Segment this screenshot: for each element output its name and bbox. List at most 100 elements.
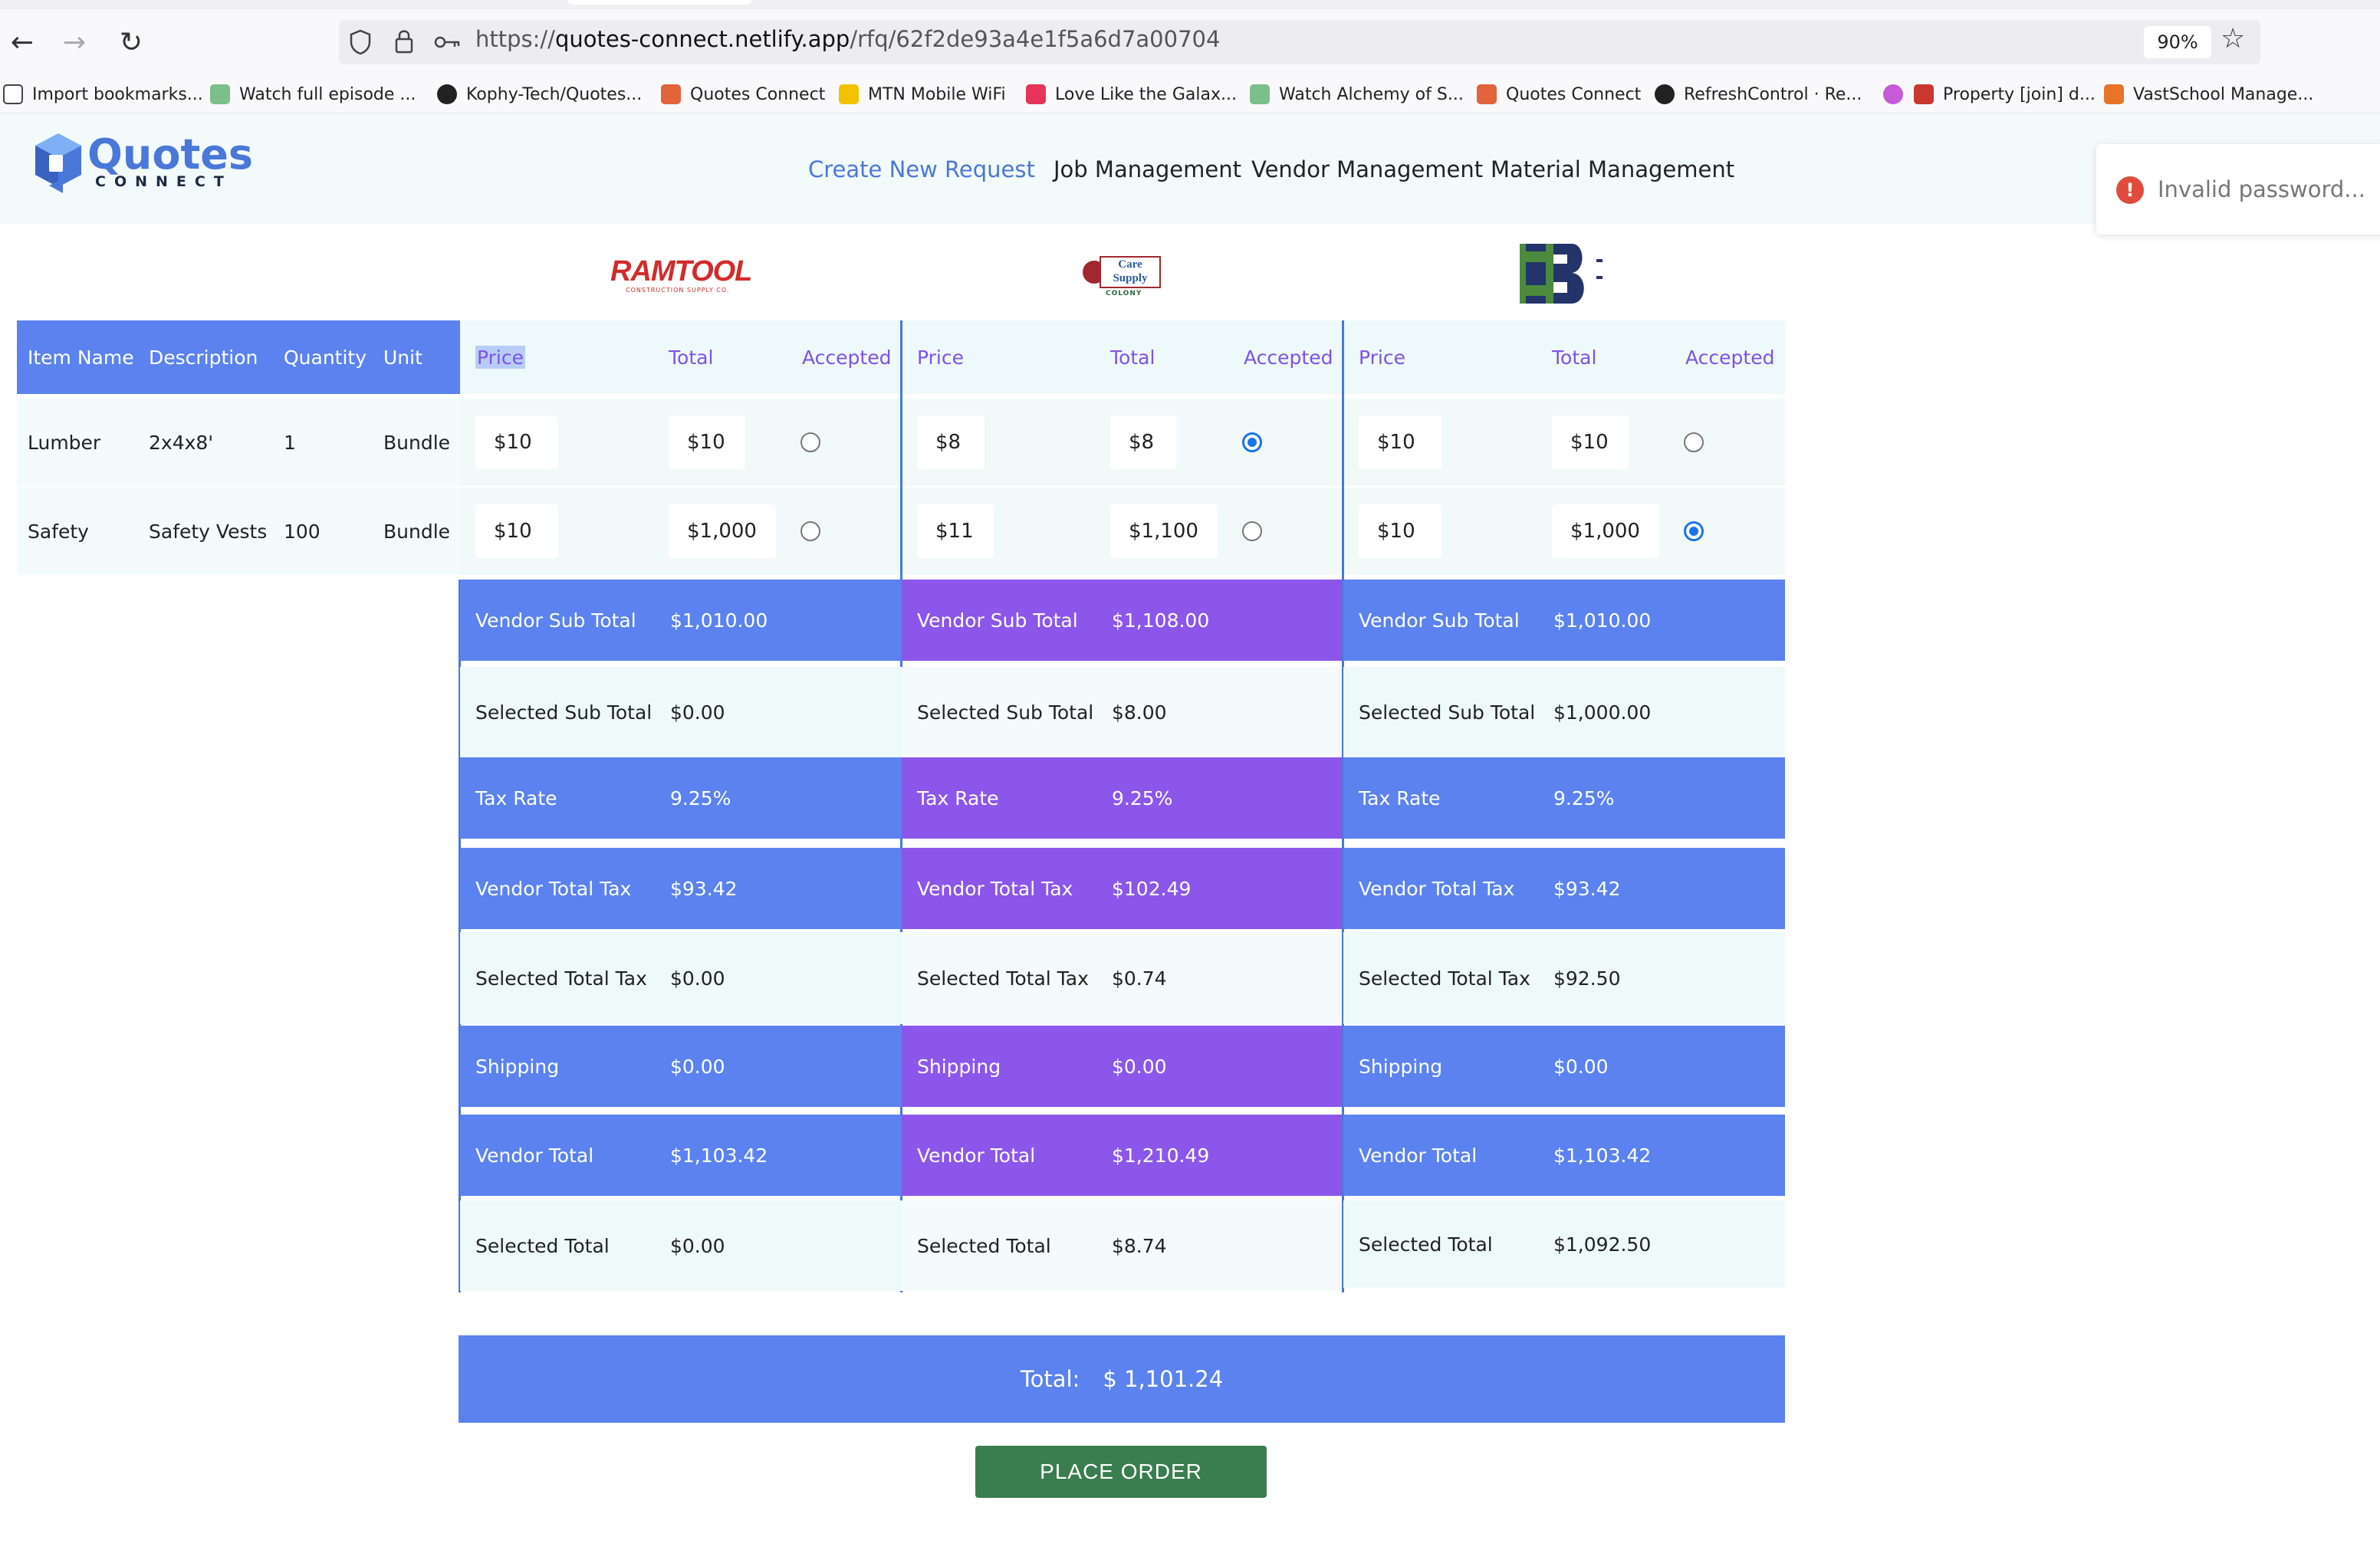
bookmark-star-icon[interactable]: ☆ <box>2221 23 2245 54</box>
bookmark-item[interactable]: Property [join] d... <box>1914 81 2096 107</box>
summary-label: Vendor Sub Total <box>1359 609 1520 632</box>
vastschool-favicon-icon <box>2104 84 2124 104</box>
summary-label: Vendor Total <box>475 1144 594 1167</box>
vendor-1-selected-total-tax: Selected Total Tax $0.00 <box>460 932 903 1024</box>
header-price: Price <box>1359 346 1405 369</box>
vendor-3-row: $10 $10 <box>1343 399 1785 486</box>
nav-job-management[interactable]: Job Management <box>1054 156 1241 182</box>
nav-vendor-management[interactable]: Vendor Management <box>1251 156 1483 182</box>
vendor-2-shipping: Shipping $0.00 <box>902 1026 1342 1107</box>
summary-label: Selected Sub Total <box>1359 701 1536 724</box>
cell-unit: Bundle <box>383 520 451 543</box>
vendor-3-tax-rate: Tax Rate 9.25% <box>1343 757 1785 839</box>
summary-label: Vendor Sub Total <box>917 609 1078 632</box>
react-favicon-icon <box>1655 84 1675 104</box>
total-field: $10 <box>669 415 745 469</box>
reload-icon[interactable]: ↻ <box>112 23 150 61</box>
bookmark-item[interactable]: Quotes Connect <box>661 81 825 107</box>
nav-create-new-request[interactable]: Create New Request <box>808 156 1035 182</box>
bookmark-item[interactable]: VastSchool Manage... <box>2104 81 2313 107</box>
forward-icon[interactable]: → <box>55 23 94 61</box>
summary-value: $0.00 <box>670 1234 725 1257</box>
vendor-1-row: $10 $1,000 <box>460 488 902 575</box>
logo-text[interactable]: Quotes <box>87 130 253 179</box>
url-text[interactable]: https://quotes-connect.netlify.app/rfq/6… <box>475 26 1220 52</box>
vendor-2-total-tax: Vendor Total Tax $102.49 <box>902 848 1342 929</box>
price-input[interactable]: $10 <box>1359 415 1441 469</box>
bookmark-item[interactable]: Watch full episode ... <box>210 81 416 107</box>
vendor-logo-subtext: CONSTRUCTION SUPPLY CO. <box>626 287 730 294</box>
mtn-favicon-icon <box>839 84 859 104</box>
summary-value: $0.00 <box>1112 1055 1167 1078</box>
summary-value: $1,108.00 <box>1112 609 1210 632</box>
logo-icon[interactable] <box>34 132 83 195</box>
price-input[interactable]: $11 <box>917 504 994 558</box>
key-icon[interactable] <box>434 34 462 51</box>
table-row: Lumber 2x4x8' 1 Bundle <box>17 399 460 486</box>
vendor-1-selected-sub-total: Selected Sub Total $0.00 <box>460 667 903 757</box>
summary-label: Selected Total Tax <box>475 967 647 990</box>
vendor-2-row: $11 $1,100 <box>902 488 1343 575</box>
summary-label: Vendor Total Tax <box>475 877 632 900</box>
summary-value: $92.50 <box>1553 967 1621 990</box>
vendor-1-selected-total: Selected Total $0.00 <box>460 1200 903 1291</box>
summary-value: $93.42 <box>1553 877 1621 900</box>
play-favicon-icon <box>1026 84 1046 104</box>
total-field: $8 <box>1110 415 1176 469</box>
bookmark-item[interactable] <box>1883 81 1912 107</box>
summary-value: $102.49 <box>1112 877 1192 900</box>
cell-description: Safety Vests <box>149 520 268 543</box>
summary-value: $1,010.00 <box>1553 609 1652 632</box>
summary-value: $1,010.00 <box>670 609 768 632</box>
table-header-items: Item Name Description Quantity Unit <box>17 320 460 394</box>
summary-value: 9.25% <box>1553 786 1615 809</box>
vendor-2-tax-rate: Tax Rate 9.25% <box>902 757 1342 839</box>
table-row: Safety Safety Vests 100 Bundle <box>17 488 460 575</box>
bookmark-item[interactable]: Kophy-Tech/Quotes... <box>437 81 642 107</box>
vendor-1-header: Price Total Accepted <box>460 320 902 394</box>
bookmark-item[interactable]: Watch Alchemy of S... <box>1250 81 1464 107</box>
bookmark-item[interactable]: Love Like the Galax... <box>1026 81 1237 107</box>
accepted-radio[interactable] <box>800 432 820 452</box>
cell-quantity: 100 <box>284 520 321 543</box>
vendor-3-selected-sub-total: Selected Sub Total $1,000.00 <box>1343 667 1785 757</box>
summary-value: 9.25% <box>670 786 731 809</box>
accepted-radio[interactable] <box>1684 521 1704 541</box>
shield-icon[interactable] <box>349 29 372 55</box>
active-tab[interactable] <box>567 0 751 5</box>
property-favicon-icon <box>1914 84 1934 104</box>
logo-subtext: CONNECT <box>95 173 232 190</box>
import-icon <box>3 84 23 104</box>
lock-icon[interactable] <box>394 28 414 55</box>
bookmark-item[interactable]: Import bookmarks... <box>3 81 203 107</box>
price-input[interactable]: $10 <box>475 504 558 558</box>
vendor-1-sub-total: Vendor Sub Total $1,010.00 <box>460 580 903 661</box>
accepted-radio[interactable] <box>1242 521 1262 541</box>
accepted-radio[interactable] <box>1684 432 1704 452</box>
summary-label: Vendor Total <box>1359 1144 1478 1167</box>
bookmark-item[interactable]: MTN Mobile WiFi <box>839 81 1006 107</box>
header-total: Total <box>669 346 714 369</box>
bookmark-item[interactable]: RefreshControl · Re... <box>1655 81 1862 107</box>
cell-description: 2x4x8' <box>149 431 214 454</box>
vendor-1-tax-rate: Tax Rate 9.25% <box>460 757 903 839</box>
header-price: Price <box>475 346 525 369</box>
summary-label: Shipping <box>475 1055 560 1078</box>
back-icon[interactable]: ← <box>3 23 41 61</box>
accepted-radio[interactable] <box>800 521 820 541</box>
price-input[interactable]: $8 <box>917 415 985 469</box>
price-input[interactable]: $10 <box>1359 504 1441 558</box>
place-order-button[interactable]: PLACE ORDER <box>975 1446 1267 1498</box>
zoom-level-badge[interactable]: 90% <box>2144 26 2211 58</box>
vendor-2-selected-total-tax: Selected Total Tax $0.74 <box>902 932 1342 1024</box>
accepted-radio[interactable] <box>1242 432 1262 452</box>
header-total: Total <box>1552 346 1597 369</box>
summary-value: $0.00 <box>670 967 725 990</box>
figma-favicon-icon <box>1883 84 1903 104</box>
nav-material-management[interactable]: Material Management <box>1491 156 1734 182</box>
total-field: $1,100 <box>1110 504 1218 558</box>
price-input[interactable]: $10 <box>475 415 558 469</box>
cell-quantity: 1 <box>284 431 296 454</box>
site-favicon-icon <box>210 84 230 104</box>
bookmark-item[interactable]: Quotes Connect <box>1477 81 1641 107</box>
